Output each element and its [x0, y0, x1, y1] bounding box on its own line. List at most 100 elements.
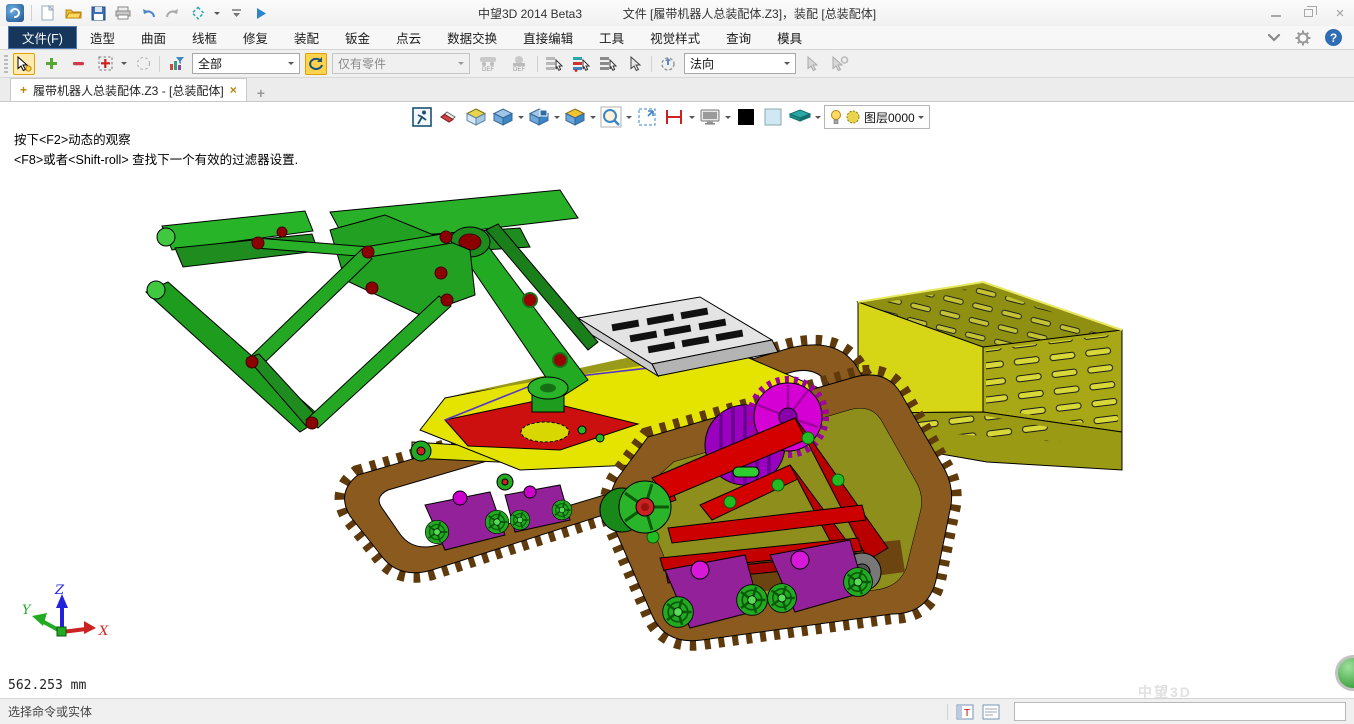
layer-stack-caret[interactable]: [815, 116, 821, 122]
zoom-window-caret[interactable]: [626, 116, 632, 122]
ribbon-collapse-icon[interactable]: [1267, 33, 1281, 43]
layer-combo-caret[interactable]: [918, 116, 924, 122]
new-file-icon[interactable]: [39, 4, 57, 22]
pick-box-caret[interactable]: [121, 62, 127, 68]
tab-tools[interactable]: 工具: [586, 26, 637, 49]
half-shaded-cube-icon[interactable]: [563, 105, 587, 129]
document-tab-active[interactable]: + 履带机器人总装配体.Z3 - [总装配体] ×: [10, 78, 247, 101]
exit-icon[interactable]: [410, 105, 434, 129]
triad-y-label: Y: [22, 603, 32, 618]
list-pick-1-icon[interactable]: [543, 53, 565, 75]
document-tab-title: 履带机器人总装配体.Z3 - [总装配体]: [33, 82, 224, 99]
def-icon-1[interactable]: DEF: [475, 55, 501, 73]
normal-combo-value: 法向: [690, 55, 714, 72]
zw3d-window: 中望3D 2014 Beta3 文件 [履带机器人总装配体.Z3]，装配 [总装…: [0, 0, 1354, 724]
filter-combo-value: 全部: [198, 55, 222, 72]
3d-model[interactable]: Z Y X: [0, 102, 1354, 698]
only-parts-value: 仅有零件: [338, 55, 386, 72]
layer-color-icon[interactable]: [845, 109, 861, 125]
watermark: 中望3D: [1138, 682, 1192, 698]
sync-highlight-icon[interactable]: [305, 53, 327, 75]
pick-disabled-icon[interactable]: [801, 53, 823, 75]
save-icon[interactable]: [89, 4, 107, 22]
tab-file[interactable]: 文件(F): [8, 26, 77, 49]
tab-wireframe[interactable]: 线框: [179, 26, 230, 49]
gear-icon[interactable]: [1295, 30, 1311, 46]
pick-settings-disabled-icon[interactable]: [828, 53, 850, 75]
render-display-caret[interactable]: [725, 116, 731, 122]
list-pick-3-icon[interactable]: [597, 53, 619, 75]
edge-color-swatch[interactable]: [734, 105, 758, 129]
minimize-icon[interactable]: [1271, 10, 1281, 17]
tab-repair[interactable]: 修复: [230, 26, 281, 49]
tab-sheet-metal[interactable]: 钣金: [332, 26, 383, 49]
pick-box-icon[interactable]: [94, 53, 116, 75]
tab-data-exchange[interactable]: 数据交换: [434, 26, 510, 49]
normal-combo-caret[interactable]: [784, 62, 790, 68]
layer-stack-icon[interactable]: [788, 105, 812, 129]
view-mode-icon[interactable]: [189, 4, 207, 22]
erase-icon[interactable]: [437, 105, 461, 129]
measure-ruler-icon[interactable]: [662, 105, 686, 129]
only-parts-caret[interactable]: [458, 62, 464, 68]
view-mode-caret[interactable]: [214, 12, 220, 18]
section-cube-icon[interactable]: [527, 105, 551, 129]
status-input[interactable]: [1014, 702, 1346, 721]
section-cube-caret[interactable]: [554, 116, 560, 122]
graphics-viewport[interactable]: 图层0000 按下<F2>动态的观察 <F8>或者<Shift-roll> 查找…: [0, 102, 1354, 698]
select-cursor-icon[interactable]: [13, 53, 35, 75]
def-icon-2[interactable]: DEF: [506, 55, 532, 73]
tab-inquire[interactable]: 查询: [713, 26, 764, 49]
collapse-toolbar-icon[interactable]: [227, 4, 245, 22]
tab-direct-edit[interactable]: 直接编辑: [510, 26, 586, 49]
notes-panel-icon[interactable]: [982, 704, 1000, 720]
orient-normal-icon[interactable]: [657, 53, 679, 75]
filter-icon[interactable]: [165, 53, 187, 75]
tab-point-cloud[interactable]: 点云: [383, 26, 434, 49]
app-logo-icon[interactable]: [6, 4, 24, 22]
filter-combo[interactable]: 全部: [192, 53, 300, 74]
half-shaded-cube-caret[interactable]: [590, 116, 596, 122]
pick-lasso-icon[interactable]: [132, 53, 154, 75]
redo-icon[interactable]: [164, 4, 182, 22]
measure-ruler-caret[interactable]: [689, 116, 695, 122]
undo-icon[interactable]: [139, 4, 157, 22]
shaded-cube-icon[interactable]: [491, 105, 515, 129]
print-icon[interactable]: [114, 4, 132, 22]
help-icon[interactable]: ?: [1325, 29, 1342, 46]
remove-entity-icon[interactable]: [67, 53, 89, 75]
zoom-fit-icon[interactable]: [635, 105, 659, 129]
start-icon[interactable]: [252, 4, 270, 22]
normal-combo[interactable]: 法向: [684, 53, 796, 74]
only-parts-field[interactable]: 仅有零件: [332, 53, 470, 74]
zoom-window-icon[interactable]: [599, 105, 623, 129]
render-display-icon[interactable]: [698, 105, 722, 129]
tab-assembly[interactable]: 装配: [281, 26, 332, 49]
list-pick-2-icon[interactable]: [570, 53, 592, 75]
format-panel-icon[interactable]: T: [956, 704, 974, 720]
wireframe-box-icon[interactable]: [464, 105, 488, 129]
tab-close-icon[interactable]: ×: [230, 83, 237, 97]
restore-icon[interactable]: [1304, 9, 1313, 17]
filter-combo-caret[interactable]: [288, 62, 294, 68]
tab-shape[interactable]: 造型: [77, 26, 128, 49]
status-bar: 选择命令或实体 T: [0, 698, 1354, 724]
cursor-icon[interactable]: [624, 53, 646, 75]
tab-surface[interactable]: 曲面: [128, 26, 179, 49]
coordinate-triad: Z Y X: [22, 583, 109, 639]
new-tab-button[interactable]: +: [247, 85, 275, 101]
shaded-cube-caret[interactable]: [518, 116, 524, 122]
tab-visual-style[interactable]: 视觉样式: [637, 26, 713, 49]
tab-expand-icon[interactable]: +: [20, 83, 27, 97]
background-color-swatch[interactable]: [761, 105, 785, 129]
tab-mold[interactable]: 模具: [764, 26, 815, 49]
add-entity-icon[interactable]: [40, 53, 62, 75]
hint-line-2: <F8>或者<Shift-roll> 查找下一个有效的过滤器设置.: [14, 150, 298, 170]
open-file-icon[interactable]: [64, 4, 82, 22]
light-bulb-icon[interactable]: [830, 109, 842, 125]
close-icon[interactable]: ×: [1332, 6, 1348, 20]
toolbar-grip[interactable]: [4, 55, 8, 73]
layer-combo-value[interactable]: 图层0000: [864, 109, 915, 126]
gripper[interactable]: [146, 211, 475, 432]
title-bar: 中望3D 2014 Beta3 文件 [履带机器人总装配体.Z3]，装配 [总装…: [0, 0, 1354, 26]
